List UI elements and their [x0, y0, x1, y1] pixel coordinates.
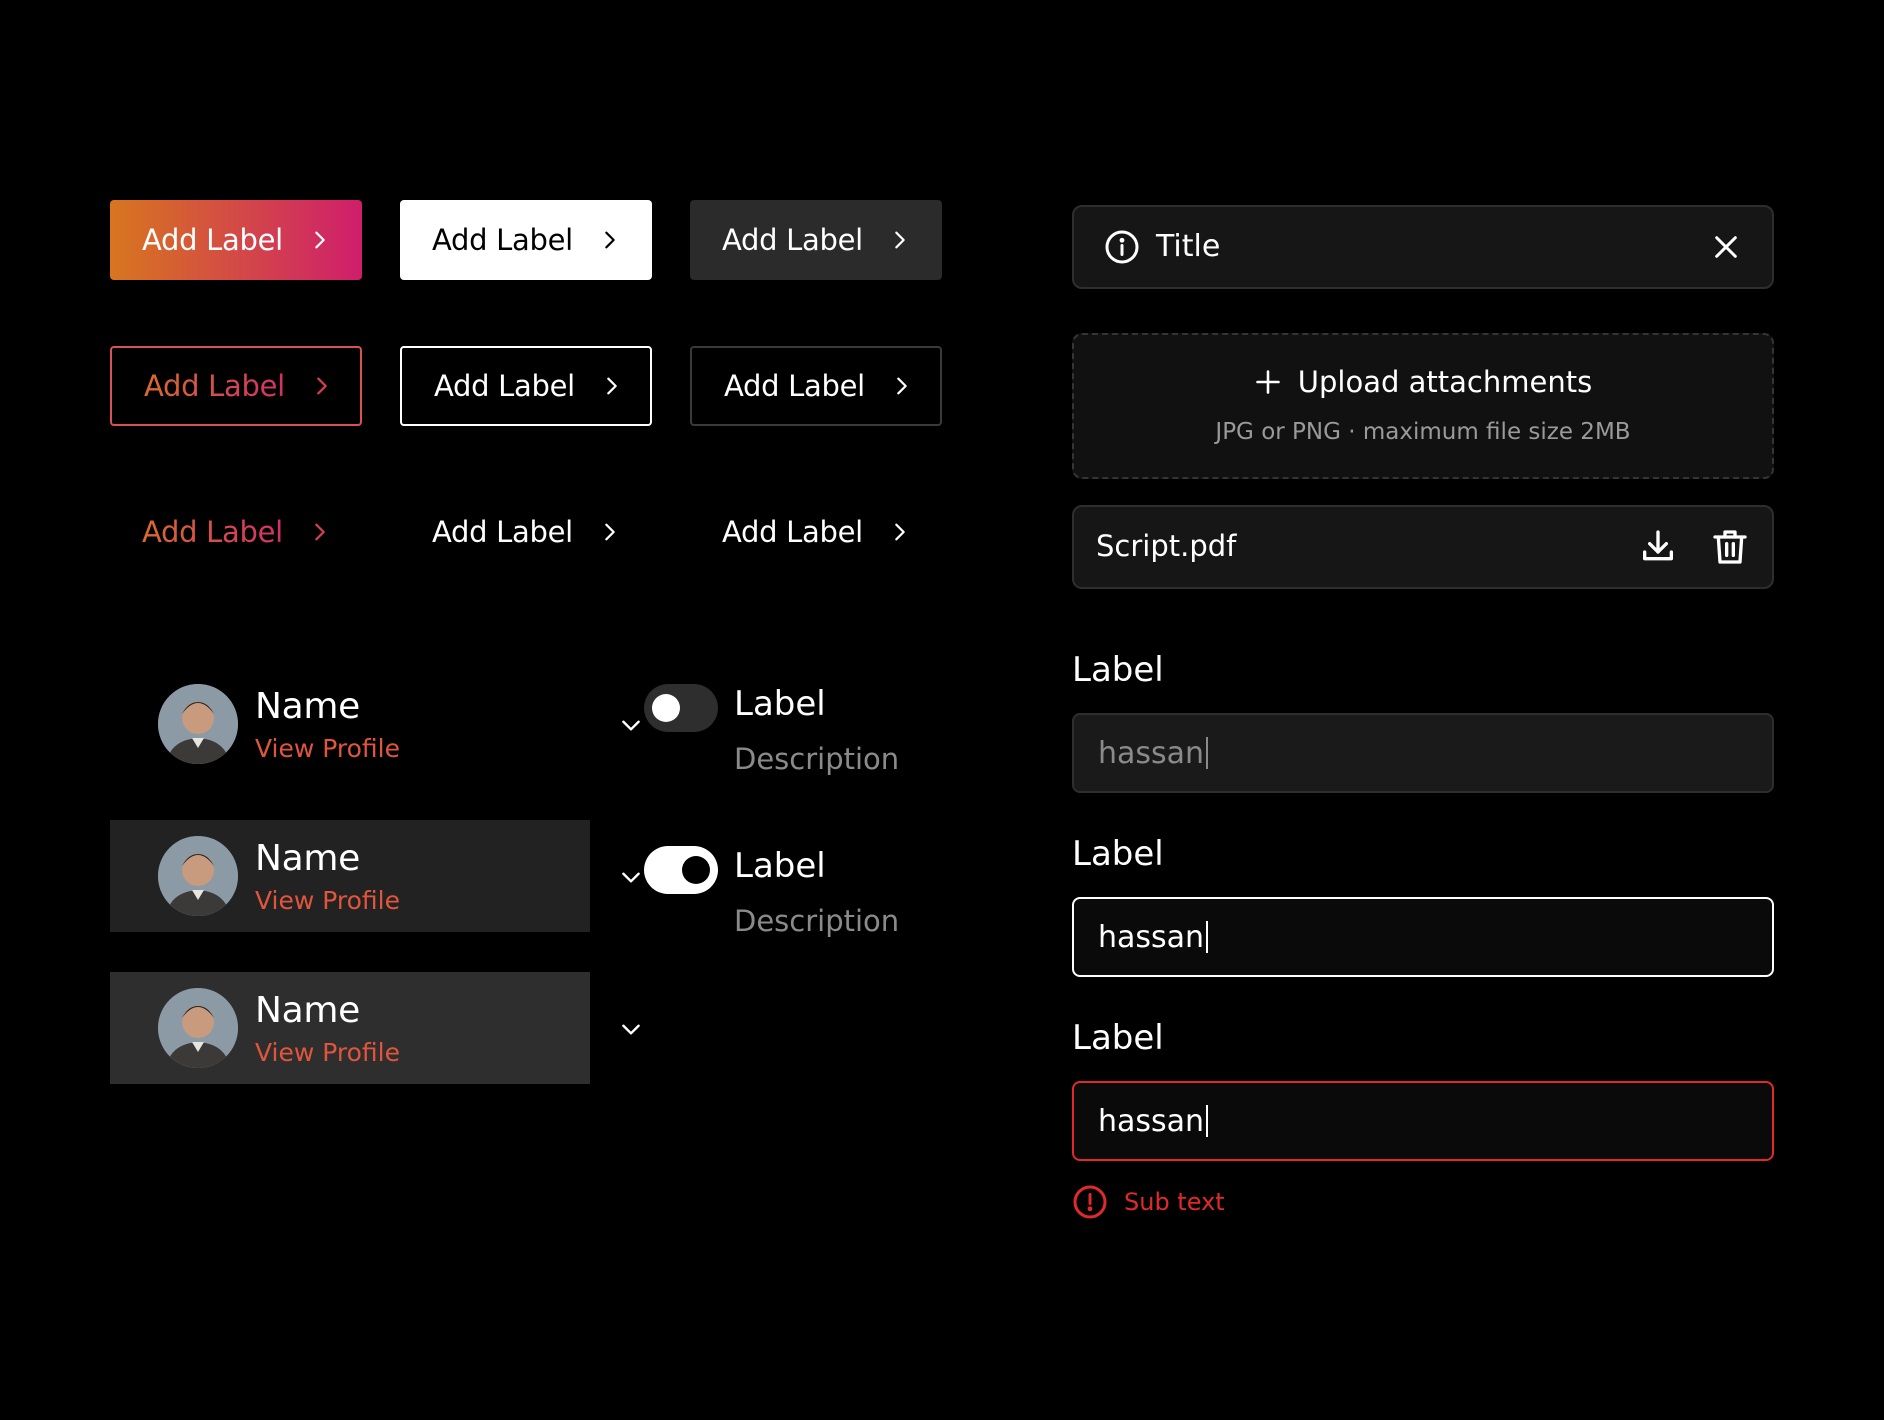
avatar	[158, 836, 238, 916]
add-label-button-text[interactable]: Add Label	[400, 492, 652, 572]
chevron-right-icon	[889, 229, 911, 251]
text-caret	[1206, 737, 1209, 769]
text-input-default[interactable]: hassan	[1072, 713, 1774, 793]
chevron-right-icon	[599, 229, 621, 251]
file-name: Script.pdf	[1096, 529, 1237, 563]
file-attachment: Script.pdf	[1072, 505, 1774, 589]
field-label: Label	[1072, 1018, 1164, 1058]
toggle-description: Description	[734, 742, 900, 776]
info-icon	[1104, 229, 1140, 269]
profile-name: Name	[255, 990, 361, 1031]
button-label: Add Label	[142, 223, 283, 257]
text-input-focused[interactable]: hassan	[1072, 897, 1774, 977]
chevron-right-icon	[889, 521, 911, 543]
toggle-label: Label	[734, 846, 826, 886]
text-caret	[1206, 921, 1209, 953]
button-label: Add Label	[722, 223, 863, 257]
avatar	[158, 988, 238, 1068]
button-label: Add Label	[144, 369, 285, 403]
upload-subtitle: JPG or PNG · maximum file size 2MB	[1215, 419, 1631, 445]
button-label: Add Label	[432, 223, 573, 257]
download-icon[interactable]	[1638, 527, 1678, 571]
toggle-label: Label	[734, 684, 826, 724]
chevron-right-icon	[599, 521, 621, 543]
profile-name: Name	[255, 838, 361, 879]
button-label: Add Label	[434, 369, 575, 403]
field-label: Label	[1072, 834, 1164, 874]
avatar	[158, 684, 238, 764]
text-input-error[interactable]: hassan	[1072, 1081, 1774, 1161]
add-label-button-text-gradient[interactable]: Add Label	[110, 492, 362, 572]
chevron-down-icon[interactable]	[618, 864, 644, 894]
add-label-button-white[interactable]: Add Label	[400, 200, 652, 280]
toggle-switch-off[interactable]	[644, 684, 718, 732]
plus-icon	[1254, 368, 1282, 396]
chevron-right-icon	[891, 375, 913, 397]
add-label-button-outline-gray[interactable]: Add Label	[690, 346, 942, 426]
toggle-knob	[682, 856, 710, 884]
view-profile-link[interactable]: View Profile	[255, 886, 400, 915]
chevron-right-icon	[311, 375, 333, 397]
input-value: hassan	[1098, 735, 1205, 771]
chevron-right-icon	[601, 375, 623, 397]
close-icon[interactable]	[1710, 231, 1742, 267]
add-label-button-outline-gradient[interactable]: Add Label	[110, 346, 362, 426]
profile-dropdown-hover[interactable]: Name View Profile	[110, 820, 640, 932]
error-subtext: Sub text	[1124, 1188, 1225, 1216]
add-label-button-outline-white[interactable]: Add Label	[400, 346, 652, 426]
button-label: Add Label	[432, 515, 573, 549]
toggle-knob	[652, 694, 680, 722]
profile-dropdown-default[interactable]: Name View Profile	[110, 668, 640, 780]
add-label-button-text[interactable]: Add Label	[690, 492, 942, 572]
chevron-down-icon[interactable]	[618, 712, 644, 742]
input-value: hassan	[1098, 1103, 1205, 1139]
alert-title: Title	[1156, 229, 1221, 264]
trash-icon[interactable]	[1710, 527, 1750, 571]
toggle-description: Description	[734, 904, 900, 938]
profile-dropdown-pressed[interactable]: Name View Profile	[110, 972, 640, 1084]
error-message: Sub text	[1072, 1184, 1225, 1220]
view-profile-link[interactable]: View Profile	[255, 1038, 400, 1067]
add-label-button-gray[interactable]: Add Label	[690, 200, 942, 280]
field-label: Label	[1072, 650, 1164, 690]
button-label: Add Label	[724, 369, 865, 403]
error-info-icon	[1072, 1184, 1108, 1220]
text-caret	[1206, 1105, 1209, 1137]
chevron-right-icon	[309, 229, 331, 251]
upload-dropzone[interactable]: Upload attachments JPG or PNG · maximum …	[1072, 333, 1774, 479]
alert-banner: Title	[1072, 205, 1774, 289]
view-profile-link[interactable]: View Profile	[255, 734, 400, 763]
chevron-down-icon[interactable]	[618, 1016, 644, 1046]
profile-name: Name	[255, 686, 361, 727]
toggle-switch-on[interactable]	[644, 846, 718, 894]
button-label: Add Label	[142, 515, 283, 549]
chevron-right-icon	[309, 521, 331, 543]
input-value: hassan	[1098, 919, 1205, 955]
add-label-button-gradient[interactable]: Add Label	[110, 200, 362, 280]
upload-title: Upload attachments	[1297, 365, 1593, 399]
button-label: Add Label	[722, 515, 863, 549]
